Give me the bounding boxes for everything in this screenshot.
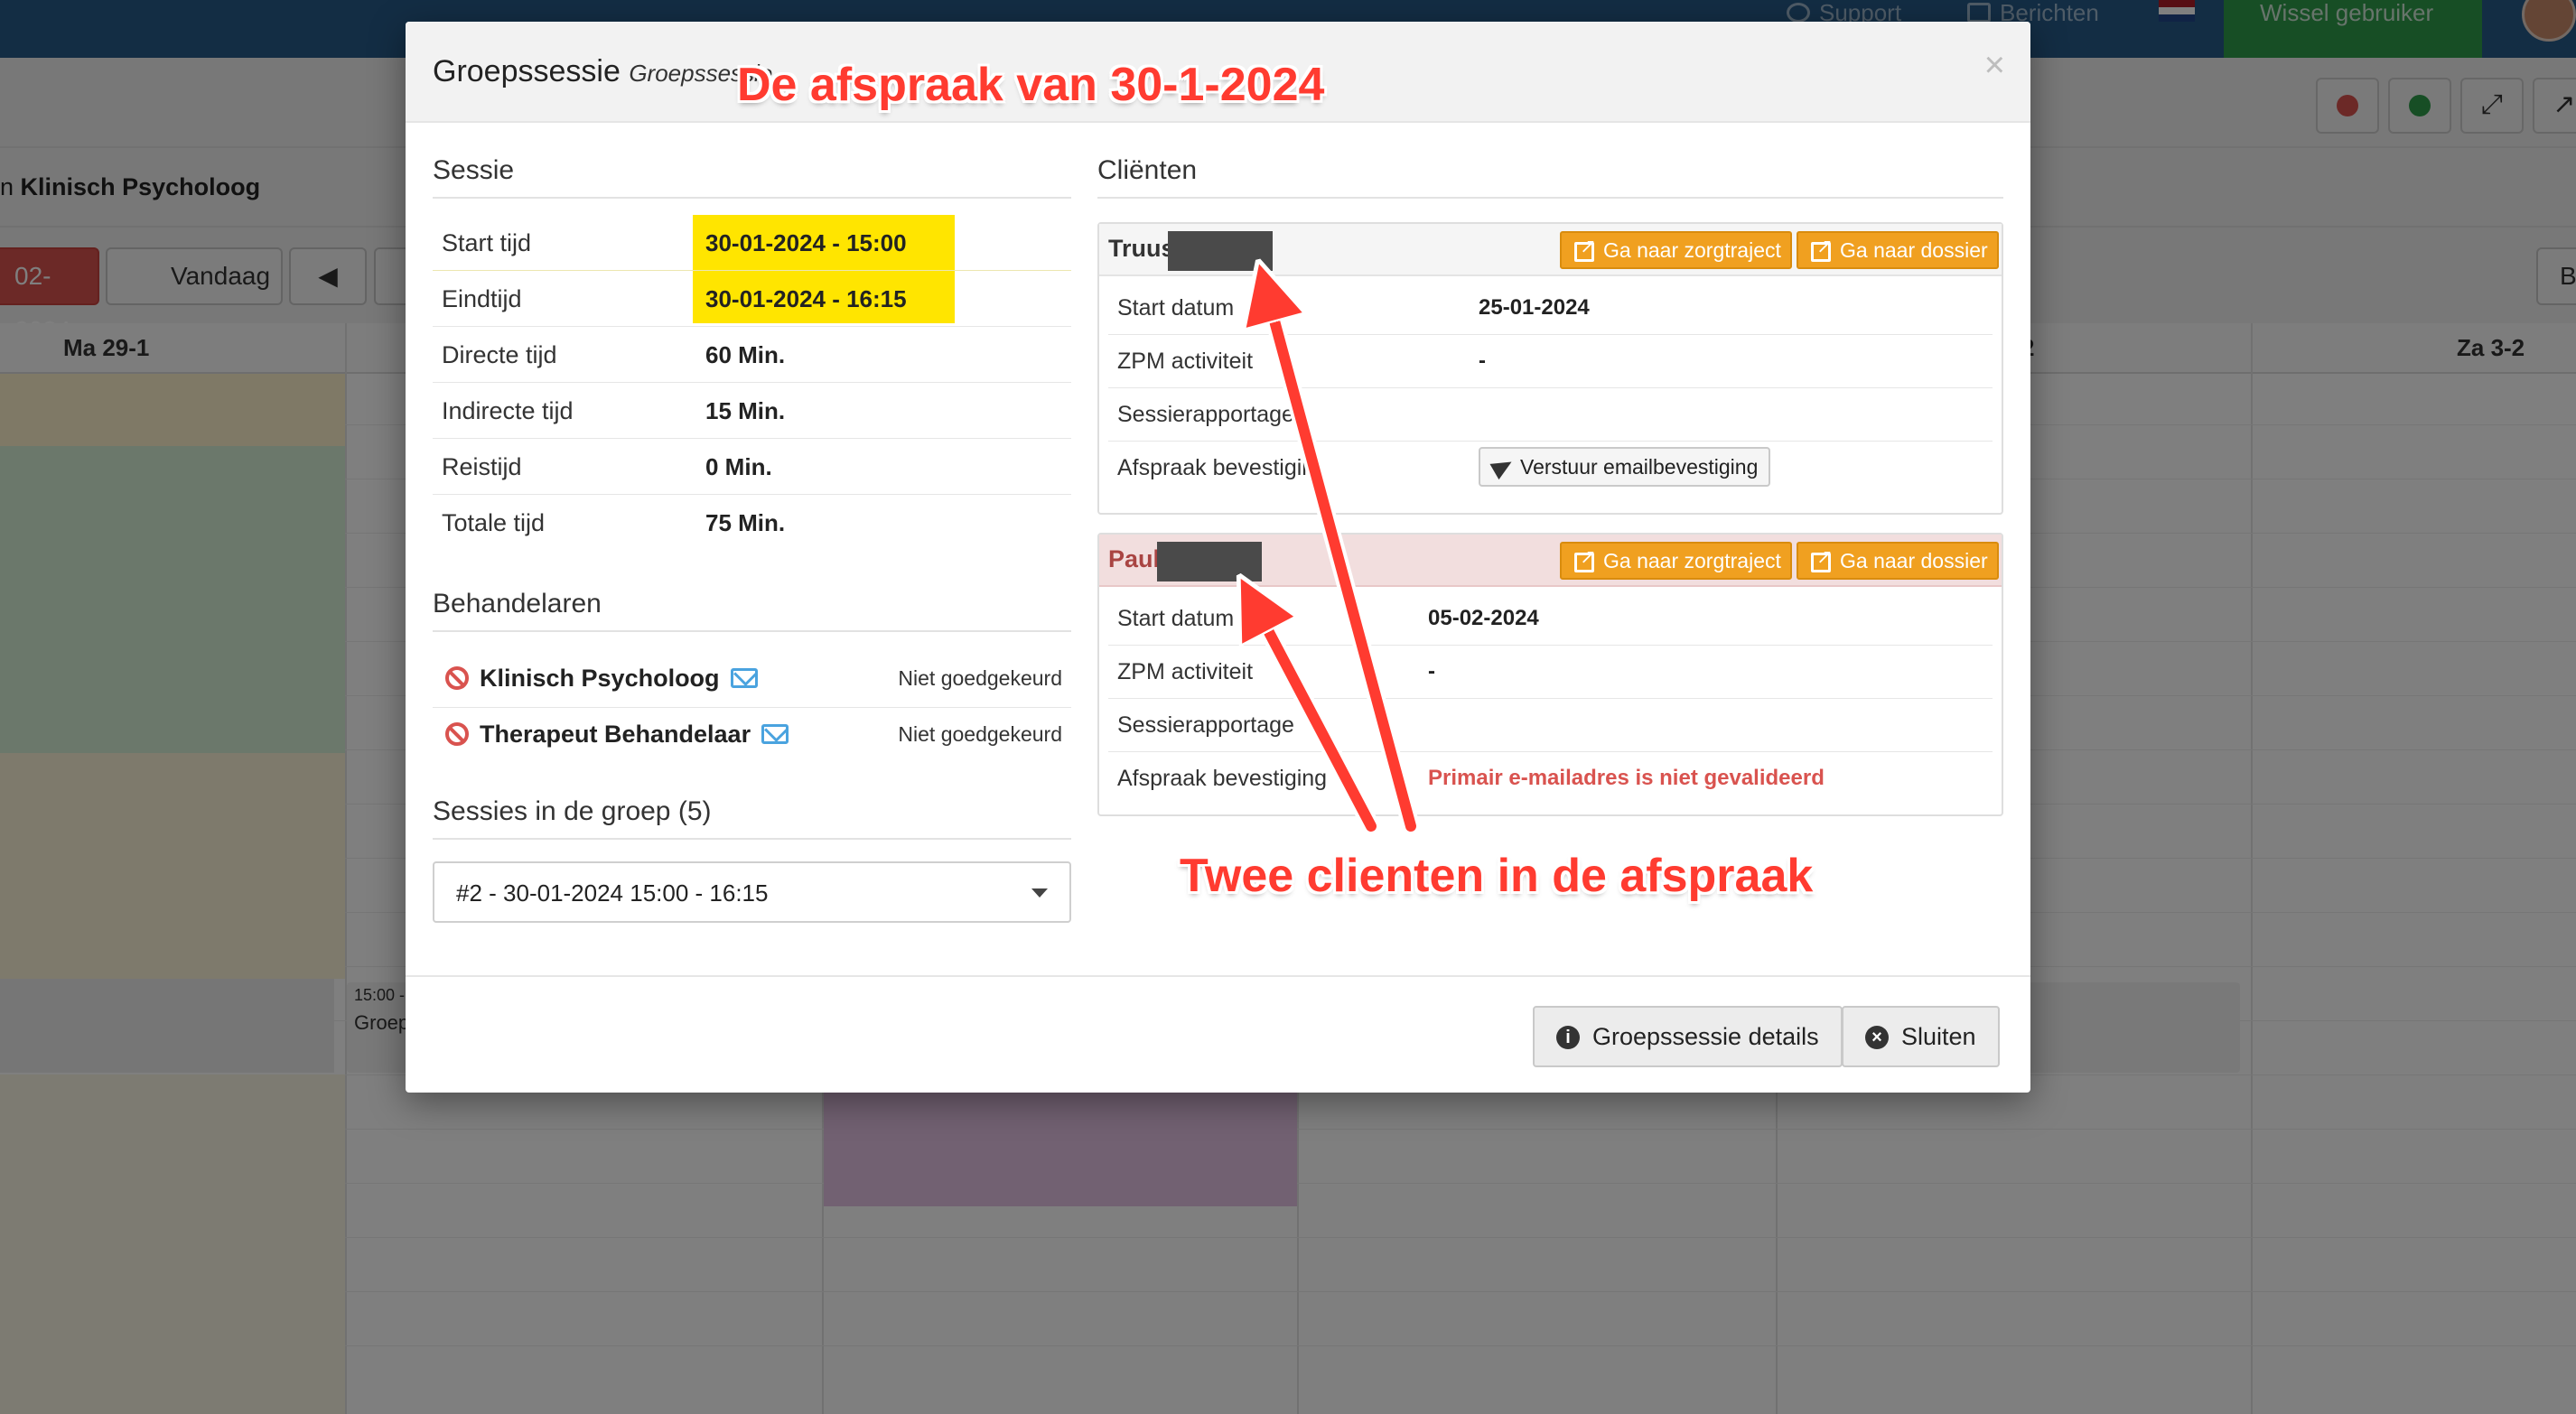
go-to-care-path-button[interactable]: Ga naar zorgtraject	[1560, 229, 1792, 269]
annotation-bottom: Twee clienten in de afspraak	[1180, 850, 1814, 902]
table-row: Afspraak bevestigin Verstuur emailbevest…	[1108, 442, 1993, 495]
table-row: Afspraak bevestiging Primair e-mailadres …	[1117, 766, 1825, 791]
table-row: Sessierapportage	[1108, 388, 1993, 442]
table-row: Eindtijd 30-01-2024 - 16:15	[433, 271, 1071, 327]
go-to-dossier-button[interactable]: Ga naar dossier	[1797, 229, 1999, 269]
table-row: Totale tijd 75 Min.	[442, 509, 786, 536]
clienten-heading: Cliënten	[1097, 155, 2003, 199]
sessie-heading: Sessie	[433, 155, 1071, 199]
client-card-header: Paul Ga naar zorgtraject Ga naar dossier	[1099, 535, 2002, 587]
annotation-top: De afspraak van 30-1-2024	[737, 59, 1325, 111]
close-button[interactable]: × Sluiten	[1842, 1006, 2000, 1067]
group-session-select[interactable]: #2 - 30-01-2024 15:00 - 16:15	[433, 861, 1071, 923]
table-row: Start tijd 30-01-2024 - 15:00	[433, 215, 1071, 271]
table-row: ZPM activiteit -	[1108, 335, 1993, 388]
paper-plane-icon	[1489, 453, 1517, 480]
info-circle-icon: i	[1556, 1026, 1580, 1049]
table-row: Reistijd 0 Min.	[433, 439, 1071, 495]
behandelaren-heading: Behandelaren	[433, 589, 1071, 632]
list-item: Therapeut Behandelaar Niet goedgekeurd	[433, 708, 1071, 764]
group-session-modal: Groepssessie Groepssessie × Sessie Start…	[406, 22, 2030, 1093]
go-to-dossier-button[interactable]: Ga naar dossier	[1797, 540, 1999, 580]
table-row: ZPM activiteit -	[1108, 646, 1993, 699]
go-to-care-path-button[interactable]: Ga naar zorgtraject	[1560, 540, 1792, 580]
redacted-name	[1168, 231, 1273, 271]
client-card: Paul Ga naar zorgtraject Ga naar dossier…	[1097, 533, 2003, 816]
modal-title: Groepssessie Groepssessie	[433, 54, 773, 88]
group-session-details-button[interactable]: i Groepssessie details	[1533, 1006, 1843, 1067]
modal-footer-divider	[406, 975, 2030, 977]
table-row: Sessierapportage	[1108, 699, 1993, 752]
caret-down-icon	[1031, 888, 1048, 898]
ban-icon	[445, 666, 469, 690]
send-email-confirmation-button[interactable]: Verstuur emailbevestiging	[1479, 447, 1771, 487]
group-sessions-heading: Sessies in de groep (5)	[433, 796, 1071, 840]
client-card: Truus Ga naar zorgtraject Ga naar dossie…	[1097, 222, 2003, 515]
close-icon[interactable]: ×	[1984, 45, 2005, 86]
redacted-name	[1157, 542, 1262, 581]
client-card-header: Truus Ga naar zorgtraject Ga naar dossie…	[1099, 224, 2002, 276]
times-circle-icon: ×	[1865, 1026, 1889, 1049]
table-row: Start datum 05-02-2024	[1108, 592, 1993, 646]
table-row: Indirecte tijd 15 Min.	[433, 383, 1071, 439]
validation-error: Primair e-mailadres is niet gevalideerd	[1428, 766, 1825, 790]
envelope-icon[interactable]	[730, 668, 758, 688]
list-item: Klinisch Psycholoog Niet goedgekeurd	[433, 652, 1071, 708]
session-details-table: Start tijd 30-01-2024 - 15:00 Eindtijd 30-…	[433, 215, 1071, 551]
ban-icon	[445, 722, 469, 746]
table-row: Start datum 25-01-2024	[1108, 282, 1993, 335]
table-row: Directe tijd 60 Min.	[433, 327, 1071, 383]
envelope-icon[interactable]	[761, 724, 789, 744]
